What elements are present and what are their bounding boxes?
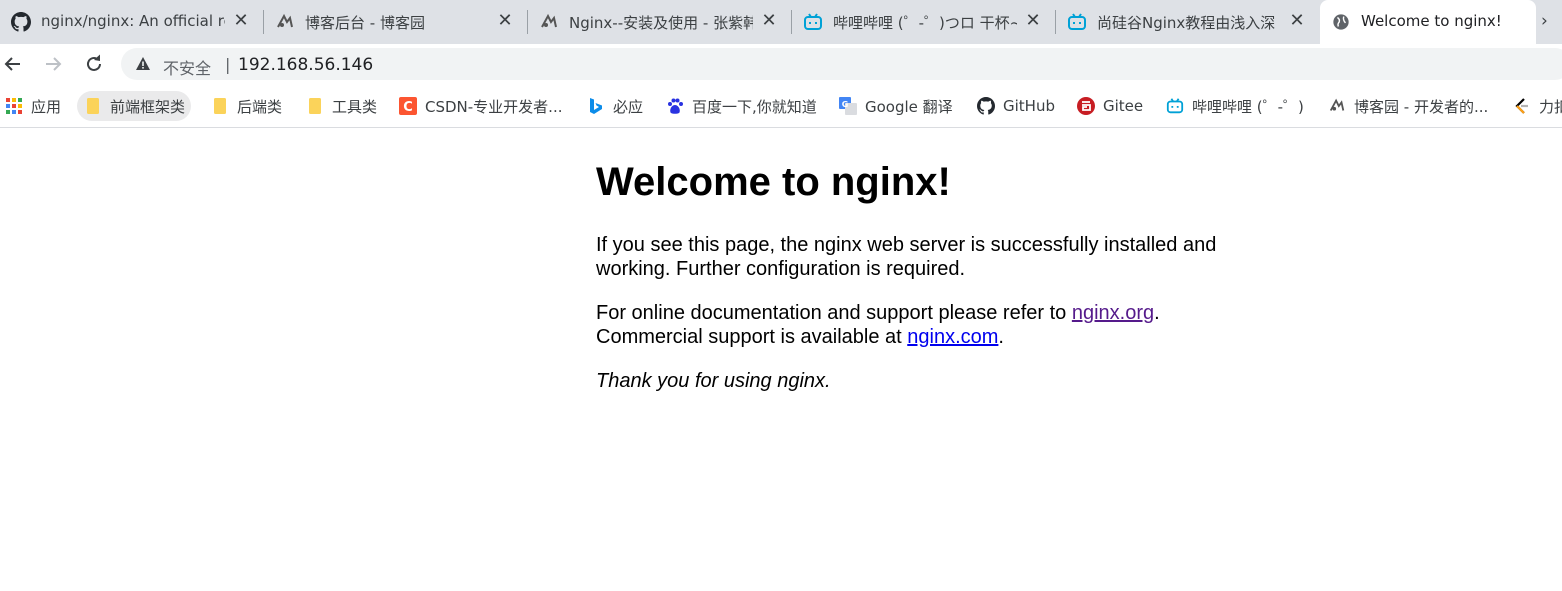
address-divider: | <box>225 55 231 74</box>
svg-text:G: G <box>842 100 849 109</box>
tab-nginx-install[interactable]: Nginx--安装及使用 - 张紫韩 ✕ <box>528 0 792 44</box>
bookmark-folder-backend[interactable]: 后端类 <box>211 91 282 121</box>
bookmark-label: 百度一下,你就知道 <box>692 97 817 116</box>
bookmark-cnblogs[interactable]: 博客园 - 开发者的... <box>1328 91 1488 121</box>
bookmark-label: 哔哩哔哩 (゜-゜) <box>1192 97 1304 116</box>
tab-bilibili[interactable]: 哔哩哔哩 (゜-゜)つロ 干杯~ ✕ <box>792 0 1056 44</box>
bookmark-label: 必应 <box>613 97 644 116</box>
tab-cnblogs-admin[interactable]: 博客后台 - 博客园 ✕ <box>264 0 528 44</box>
csdn-icon: C <box>399 97 417 115</box>
bookmark-folder-tools[interactable]: 工具类 <box>306 91 377 121</box>
tab-title: 哔哩哔哩 (゜-゜)つロ 干杯~ <box>833 14 1017 32</box>
bilibili-icon <box>1166 97 1184 115</box>
close-icon[interactable]: ✕ <box>231 11 251 31</box>
github-icon <box>10 11 32 33</box>
intro-paragraph: If you see this page, the nginx web serv… <box>596 234 1217 280</box>
bilibili-icon <box>1066 11 1088 33</box>
bookmark-label: 博客园 - 开发者的... <box>1354 97 1489 116</box>
tab-strip: nginx/nginx: An official re ✕ 博客后台 - 博客园… <box>0 0 1562 44</box>
commercial-text: Commercial support is available at <box>596 326 908 348</box>
nginx-com-link[interactable]: nginx.com <box>907 326 998 348</box>
security-status[interactable]: 不安全 <box>163 55 211 79</box>
bookmark-label: 力扣 <box>1539 97 1562 116</box>
bookmark-csdn[interactable]: C CSDN-专业开发者... <box>399 91 562 121</box>
bookmarks-bar: 应用 前端框架类 后端类 工具类 C CSDN-专业开发者... 必应 百度一下… <box>0 84 1562 128</box>
folder-icon <box>306 97 324 115</box>
cnblogs-icon <box>274 11 296 33</box>
commercial-period: . <box>998 326 1004 348</box>
bookmark-label: GitHub <box>1003 97 1055 115</box>
bookmark-leetcode[interactable]: 力扣 <box>1513 91 1562 121</box>
warning-icon[interactable] <box>135 56 151 76</box>
bookmark-label: CSDN-专业开发者... <box>425 97 563 116</box>
bookmark-label: Gitee <box>1103 97 1144 115</box>
bookmark-github[interactable]: GitHub <box>977 91 1055 121</box>
bookmark-bilibili[interactable]: 哔哩哔哩 (゜-゜) <box>1166 91 1304 121</box>
bookmark-baidu[interactable]: 百度一下,你就知道 <box>666 91 817 121</box>
tab-welcome-nginx[interactable]: Welcome to nginx! <box>1320 0 1536 44</box>
url-text[interactable]: 192.168.56.146 <box>238 55 373 75</box>
folder-icon <box>84 97 102 115</box>
folder-icon <box>211 97 229 115</box>
address-bar[interactable]: 不安全 | 192.168.56.146 <box>121 48 1562 80</box>
page-content: Welcome to nginx! If you see this page, … <box>596 158 1236 393</box>
bookmark-label: Google 翻译 <box>865 97 953 116</box>
bookmark-google-translate[interactable]: G Google 翻译 <box>839 91 953 121</box>
thanks-paragraph: Thank you for using nginx. <box>596 370 831 392</box>
bookmark-label: 前端框架类 <box>110 97 186 116</box>
bing-icon <box>587 97 605 115</box>
tab-nginx-github[interactable]: nginx/nginx: An official re ✕ <box>0 0 264 44</box>
docs-text: For online documentation and support ple… <box>596 302 1072 324</box>
docs-period: . <box>1154 302 1160 324</box>
close-icon[interactable]: ✕ <box>759 11 779 31</box>
baidu-icon <box>666 97 684 115</box>
toolbar: 不安全 | 192.168.56.146 <box>0 44 1562 84</box>
tab-title: Welcome to nginx! <box>1361 12 1502 30</box>
bilibili-icon <box>802 11 824 33</box>
bookmark-apps[interactable]: 应用 <box>5 91 61 121</box>
close-icon[interactable]: ✕ <box>1023 11 1043 31</box>
bookmark-gitee[interactable]: Gitee <box>1077 91 1143 121</box>
docs-paragraph: For online documentation and support ple… <box>596 301 1236 349</box>
bookmark-bing[interactable]: 必应 <box>587 91 643 121</box>
tab-nginx-course[interactable]: 尚硅谷Nginx教程由浅入深 ✕ <box>1056 0 1320 44</box>
bookmark-label: 后端类 <box>237 97 283 116</box>
bookmark-label: 工具类 <box>332 97 378 116</box>
nginx-org-link[interactable]: nginx.org <box>1072 302 1154 324</box>
github-icon <box>977 97 995 115</box>
back-icon[interactable] <box>1 52 25 76</box>
gitee-icon <box>1077 97 1095 115</box>
forward-icon[interactable] <box>41 52 65 76</box>
bookmark-label: 应用 <box>31 97 62 116</box>
tab-title: 博客后台 - 博客园 <box>305 14 425 32</box>
cnblogs-icon <box>538 11 560 33</box>
leetcode-icon <box>1513 97 1531 115</box>
svg-text:C: C <box>403 100 413 115</box>
tab-title: nginx/nginx: An official re <box>41 12 225 30</box>
globe-icon <box>1330 11 1352 33</box>
apps-grid-icon <box>5 97 23 115</box>
page-heading: Welcome to nginx! <box>596 160 951 204</box>
close-icon[interactable]: ✕ <box>495 11 515 31</box>
tab-title: 尚硅谷Nginx教程由浅入深 <box>1097 14 1276 32</box>
reload-icon[interactable] <box>82 52 106 76</box>
tab-overflow-icon[interactable]: › <box>1541 11 1548 31</box>
close-icon[interactable]: ✕ <box>1287 11 1307 31</box>
tab-title: Nginx--安装及使用 - 张紫韩 <box>569 14 753 32</box>
bookmark-folder-frontend[interactable]: 前端框架类 <box>77 91 192 121</box>
google-translate-icon: G <box>839 97 857 115</box>
cnblogs-icon <box>1328 97 1346 115</box>
